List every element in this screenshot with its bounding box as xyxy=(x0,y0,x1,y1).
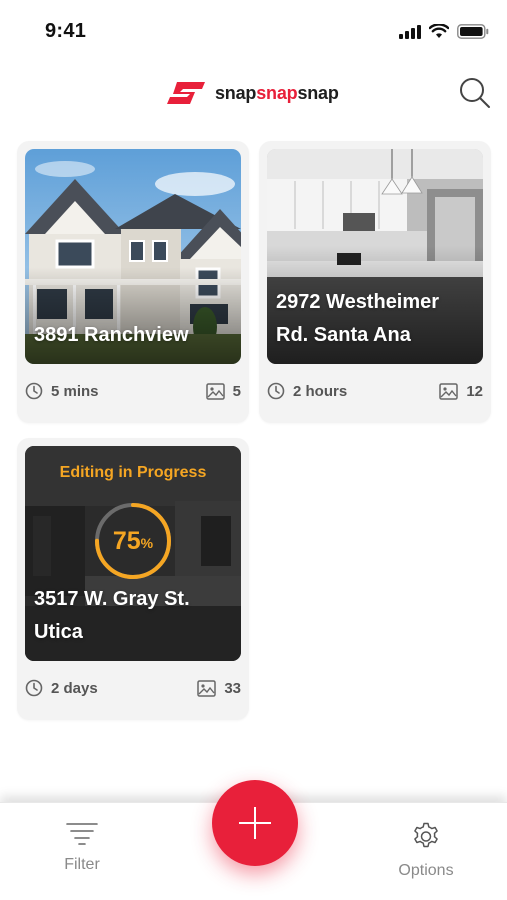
plus-icon xyxy=(239,807,271,839)
app-logo: snapsnapsnap xyxy=(165,80,339,106)
project-photo: 2972 Westheimer Rd. Santa Ana xyxy=(267,149,483,364)
options-label: Options xyxy=(398,862,454,879)
editing-status: Editing in Progress xyxy=(59,464,207,481)
logo-wordmark: snapsnapsnap xyxy=(215,82,339,103)
app-header: snapsnapsnap xyxy=(0,70,507,120)
project-photo: Editing in Progress 75% 3517 W. Gray St.… xyxy=(25,446,241,661)
project-title: 2972 Westheimer Rd. Santa Ana xyxy=(276,291,440,346)
project-time-label: 2 hours xyxy=(293,382,348,400)
project-photo-count: 33 xyxy=(197,680,241,697)
image-icon xyxy=(439,382,459,400)
project-time-label: 2 days xyxy=(51,679,98,697)
project-meta: 5 mins 5 xyxy=(25,379,241,403)
search-icon xyxy=(460,78,490,108)
photo-count-label: 12 xyxy=(466,382,483,400)
project-card[interactable]: Editing in Progress 75% 3517 W. Gray St.… xyxy=(17,438,249,720)
image-icon xyxy=(205,382,225,400)
project-title: 3891 Ranchview xyxy=(34,324,189,346)
add-project-button[interactable] xyxy=(212,780,298,866)
wifi-icon xyxy=(429,24,449,38)
project-time: 5 mins xyxy=(25,382,99,400)
project-time: 2 hours xyxy=(267,382,347,400)
options-button[interactable]: Options xyxy=(386,821,466,880)
filter-button[interactable]: Filter xyxy=(42,821,122,874)
filter-icon xyxy=(66,823,98,845)
status-icons xyxy=(399,24,489,39)
project-meta: 2 days 33 xyxy=(25,676,241,700)
photo-count-label: 33 xyxy=(224,679,241,697)
status-bar: 9:41 xyxy=(0,0,507,64)
filter-label: Filter xyxy=(64,856,100,873)
gear-icon xyxy=(414,822,438,848)
signal-icon xyxy=(399,24,421,39)
clock-icon xyxy=(267,382,285,400)
search-button[interactable] xyxy=(458,76,492,110)
project-card[interactable]: 3891 Ranchview 5 mins 5 xyxy=(17,141,249,423)
clock-icon xyxy=(25,679,43,697)
battery-icon xyxy=(457,24,489,39)
progress-value: 75% xyxy=(112,526,154,555)
logo-mark-icon xyxy=(167,82,205,104)
status-time: 9:41 xyxy=(45,20,87,42)
project-card[interactable]: 2972 Westheimer Rd. Santa Ana 2 hours 12 xyxy=(259,141,491,423)
project-photo-count: 12 xyxy=(439,383,483,400)
project-photo-count: 5 xyxy=(205,382,241,400)
project-title: 3517 W. Gray St. Utica xyxy=(34,588,190,643)
project-meta: 2 hours 12 xyxy=(267,379,483,403)
image-icon xyxy=(197,679,217,697)
clock-icon xyxy=(25,382,43,400)
project-photo: 3891 Ranchview xyxy=(25,149,241,364)
project-time-label: 5 mins xyxy=(51,382,99,400)
photo-count-label: 5 xyxy=(232,382,241,400)
project-time: 2 days xyxy=(25,679,98,697)
